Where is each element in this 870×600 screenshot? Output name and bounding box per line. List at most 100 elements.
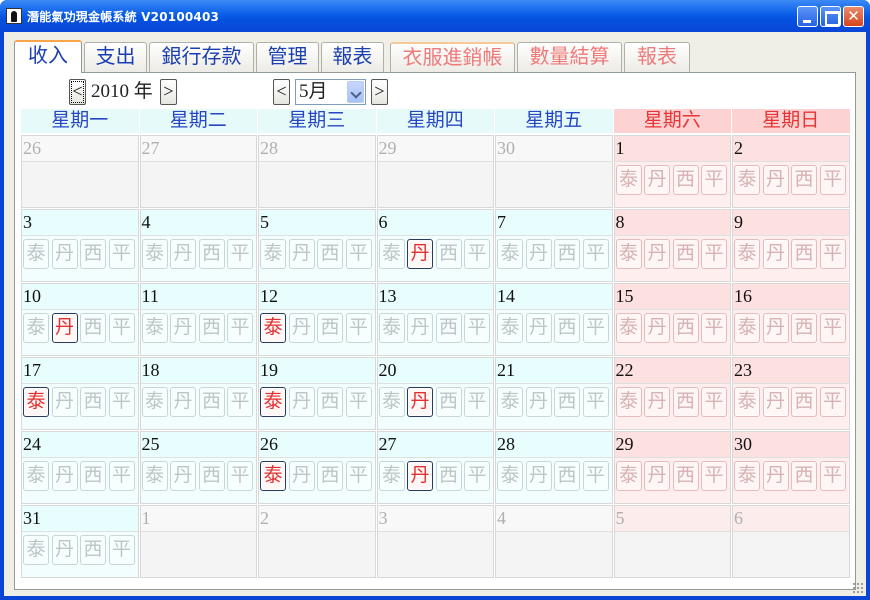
- entry-chip[interactable]: 平: [582, 461, 609, 491]
- entry-chip[interactable]: 西: [317, 239, 343, 269]
- entry-chip[interactable]: 丹: [288, 461, 315, 491]
- entry-chip[interactable]: 丹: [644, 313, 670, 343]
- entry-chip[interactable]: 平: [819, 461, 846, 491]
- day-cell[interactable]: 19 泰丹西平: [258, 357, 376, 430]
- entry-chip[interactable]: 平: [582, 313, 609, 343]
- entry-chip[interactable]: 平: [108, 313, 135, 343]
- entry-chip[interactable]: 丹: [644, 239, 670, 269]
- day-cell[interactable]: 31 泰丹西平: [21, 505, 139, 578]
- entry-chip[interactable]: 丹: [170, 461, 196, 491]
- entry-chip[interactable]: 西: [554, 387, 580, 417]
- entry-chip[interactable]: 泰: [378, 239, 405, 269]
- entry-chip[interactable]: 丹: [288, 313, 315, 343]
- entry-chip[interactable]: 西: [80, 535, 106, 565]
- entry-chip[interactable]: 泰: [141, 239, 168, 269]
- entry-chip[interactable]: 西: [791, 165, 817, 195]
- entry-chip[interactable]: 平: [819, 313, 846, 343]
- entry-chip[interactable]: 泰: [615, 461, 642, 491]
- entry-chip[interactable]: 平: [227, 239, 253, 269]
- day-cell[interactable]: 9 泰丹西平: [732, 209, 850, 282]
- entry-chip[interactable]: 丹: [525, 461, 552, 491]
- entry-chip[interactable]: 泰: [141, 313, 168, 343]
- day-cell[interactable]: 17 泰丹西平: [21, 357, 139, 430]
- entry-chip[interactable]: 平: [819, 239, 846, 269]
- entry-chip-active[interactable]: 丹: [407, 461, 433, 491]
- entry-chip-active[interactable]: 泰: [260, 313, 286, 343]
- entry-chip[interactable]: 丹: [525, 387, 552, 417]
- close-button[interactable]: ✕: [843, 6, 864, 27]
- day-cell[interactable]: 20 泰丹西平: [376, 357, 494, 430]
- day-cell[interactable]: 2: [258, 505, 376, 578]
- next-month-button[interactable]: >: [371, 79, 388, 105]
- day-cell[interactable]: 4: [495, 505, 613, 578]
- entry-chip[interactable]: 平: [108, 535, 135, 565]
- entry-chip[interactable]: 泰: [734, 165, 760, 195]
- day-cell[interactable]: 24 泰丹西平: [21, 431, 139, 504]
- entry-chip-active[interactable]: 丹: [51, 313, 78, 343]
- day-cell[interactable]: 6: [732, 505, 850, 578]
- entry-chip[interactable]: 泰: [615, 313, 642, 343]
- entry-chip[interactable]: 平: [345, 239, 372, 269]
- tab-bank-deposit[interactable]: 銀行存款: [149, 42, 254, 72]
- resize-grip[interactable]: [852, 582, 864, 594]
- day-cell[interactable]: 25 泰丹西平: [139, 431, 257, 504]
- day-cell[interactable]: 27 泰丹西平: [376, 431, 494, 504]
- entry-chip[interactable]: 西: [672, 461, 699, 491]
- entry-chip[interactable]: 丹: [51, 239, 78, 269]
- entry-chip[interactable]: 平: [701, 239, 727, 269]
- entry-chip[interactable]: 丹: [170, 239, 196, 269]
- entry-chip[interactable]: 泰: [260, 239, 286, 269]
- tab-expense[interactable]: 支出: [84, 42, 147, 72]
- entry-chip[interactable]: 平: [108, 239, 135, 269]
- entry-chip[interactable]: 丹: [762, 165, 789, 195]
- entry-chip[interactable]: 平: [464, 387, 490, 417]
- entry-chip-active[interactable]: 丹: [407, 387, 433, 417]
- entry-chip[interactable]: 泰: [615, 165, 642, 195]
- day-cell[interactable]: 8 泰丹西平: [613, 209, 731, 282]
- tab-income[interactable]: 收入: [14, 40, 82, 73]
- entry-chip[interactable]: 西: [317, 461, 343, 491]
- day-cell[interactable]: 2 泰丹西平: [732, 135, 850, 208]
- tab-report[interactable]: 報表: [321, 42, 384, 72]
- day-cell[interactable]: 30: [495, 135, 613, 208]
- entry-chip[interactable]: 平: [345, 313, 372, 343]
- day-cell[interactable]: 13 泰丹西平: [376, 283, 494, 356]
- entry-chip[interactable]: 平: [701, 461, 727, 491]
- minimize-button[interactable]: [797, 6, 818, 27]
- entry-chip[interactable]: 西: [80, 239, 106, 269]
- day-cell[interactable]: 23 泰丹西平: [732, 357, 850, 430]
- day-cell[interactable]: 4 泰丹西平: [139, 209, 257, 282]
- entry-chip-active[interactable]: 泰: [260, 461, 286, 491]
- entry-chip-active[interactable]: 泰: [23, 387, 49, 417]
- entry-chip[interactable]: 泰: [141, 461, 168, 491]
- day-cell[interactable]: 11 泰丹西平: [139, 283, 257, 356]
- entry-chip[interactable]: 泰: [23, 239, 49, 269]
- entry-chip-active[interactable]: 泰: [734, 387, 760, 417]
- entry-chip[interactable]: 丹: [170, 387, 196, 417]
- entry-chip[interactable]: 泰: [378, 387, 405, 417]
- entry-chip[interactable]: 丹: [644, 461, 670, 491]
- prev-year-button[interactable]: <: [69, 79, 86, 105]
- entry-chip[interactable]: 西: [554, 239, 580, 269]
- entry-chip[interactable]: 泰: [497, 387, 523, 417]
- day-cell[interactable]: 10 泰丹西平: [21, 283, 139, 356]
- entry-chip[interactable]: 平: [108, 461, 135, 491]
- entry-chip[interactable]: 泰: [378, 313, 405, 343]
- day-cell[interactable]: 29: [376, 135, 494, 208]
- day-cell[interactable]: 26 泰丹西平: [258, 431, 376, 504]
- day-cell[interactable]: 14 泰丹西平: [495, 283, 613, 356]
- entry-chip[interactable]: 西: [435, 461, 462, 491]
- entry-chip[interactable]: 西: [198, 313, 225, 343]
- prev-month-button[interactable]: <: [273, 79, 290, 105]
- entry-chip[interactable]: 西: [435, 239, 462, 269]
- maximize-button[interactable]: [820, 6, 841, 27]
- day-cell[interactable]: 1: [139, 505, 257, 578]
- tab-quantity-settlement[interactable]: 數量結算: [517, 42, 622, 72]
- entry-chip[interactable]: 丹: [644, 165, 670, 195]
- entry-chip[interactable]: 西: [80, 461, 106, 491]
- day-cell[interactable]: 28 泰丹西平: [495, 431, 613, 504]
- entry-chip[interactable]: 泰: [734, 461, 760, 491]
- tab-management[interactable]: 管理: [256, 42, 319, 72]
- entry-chip[interactable]: 西: [435, 387, 462, 417]
- day-cell[interactable]: 3: [376, 505, 494, 578]
